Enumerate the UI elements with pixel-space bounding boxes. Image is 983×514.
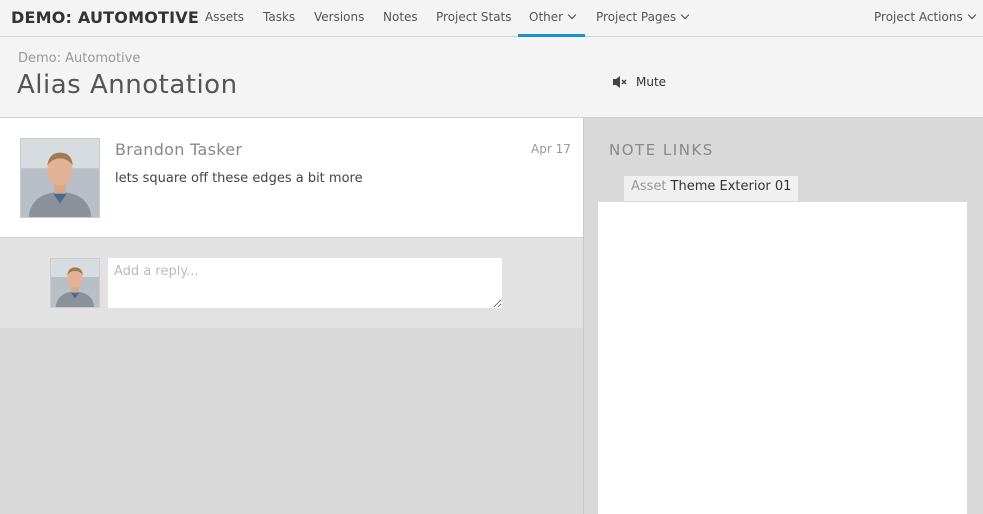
nav-other-menu[interactable]: Other (529, 10, 577, 24)
nav-notes[interactable]: Notes (383, 10, 418, 24)
note-card: Brandon Tasker Apr 17 lets square off th… (0, 118, 583, 238)
nav-assets[interactable]: Assets (205, 10, 244, 24)
page-header: Demo: Automotive Alias Annotation Mute (0, 37, 983, 118)
reply-section (0, 238, 583, 328)
reply-input[interactable] (108, 258, 502, 308)
nav-project-stats[interactable]: Project Stats (436, 10, 512, 24)
reply-avatar (50, 258, 100, 308)
nav-other-label: Other (529, 10, 564, 24)
nav-project-pages-label: Project Pages (596, 10, 677, 24)
chevron-down-icon (567, 10, 577, 20)
chevron-down-icon (967, 10, 976, 20)
nav-tasks[interactable]: Tasks (263, 10, 295, 24)
breadcrumb[interactable]: Demo: Automotive (18, 51, 140, 66)
mute-button[interactable]: Mute (612, 75, 666, 89)
page-title: Alias Annotation (17, 70, 238, 100)
avatar (20, 138, 100, 218)
speaker-mute-icon (613, 76, 627, 88)
note-panel: Brandon Tasker Apr 17 lets square off th… (0, 118, 583, 514)
note-date: Apr 17 (531, 142, 571, 156)
note-links-title: NOTE LINKS (609, 141, 714, 159)
project-name[interactable]: DEMO: AUTOMOTIVE (11, 8, 199, 27)
top-nav: DEMO: AUTOMOTIVE Assets Tasks Versions N… (0, 0, 983, 37)
user-portrait-icon (51, 259, 99, 307)
note-author[interactable]: Brandon Tasker (115, 140, 242, 159)
nav-versions[interactable]: Versions (314, 10, 364, 24)
mute-label: Mute (636, 75, 667, 89)
link-entity-type: Asset (631, 179, 667, 194)
nav-project-pages-menu[interactable]: Project Pages (596, 10, 690, 24)
link-preview-area (598, 202, 967, 514)
project-actions-label: Project Actions (874, 10, 963, 24)
link-entity-name: Theme Exterior 01 (670, 179, 792, 194)
project-actions-menu[interactable]: Project Actions (874, 10, 976, 24)
note-links-panel: NOTE LINKS Asset Theme Exterior 01 (584, 118, 983, 514)
chevron-down-icon (680, 10, 690, 20)
linked-entity-tag[interactable]: Asset Theme Exterior 01 (624, 176, 799, 201)
note-body: lets square off these edges a bit more (115, 171, 363, 186)
user-portrait-icon (21, 139, 99, 217)
